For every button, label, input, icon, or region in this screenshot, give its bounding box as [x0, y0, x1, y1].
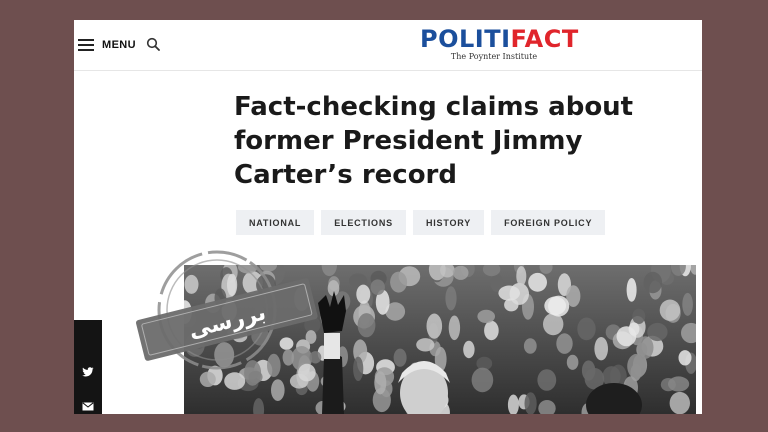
twitter-icon[interactable] [80, 364, 96, 380]
share-bar [74, 320, 102, 414]
article-page: MENU POLITIFACT The Poynter Institute Fa… [74, 20, 702, 414]
email-icon[interactable] [80, 398, 96, 414]
review-stamp: بررسی [136, 250, 318, 370]
menu-label: MENU [102, 39, 136, 51]
logo-part-fact: FACT [510, 25, 579, 53]
tag-national[interactable]: NATIONAL [236, 210, 315, 235]
politifact-logo[interactable]: POLITIFACT The Poynter Institute [420, 25, 578, 61]
site-header: MENU POLITIFACT The Poynter Institute [74, 20, 702, 71]
hamburger-icon [78, 39, 94, 51]
menu-button[interactable]: MENU [78, 36, 136, 54]
tag-elections[interactable]: ELECTIONS [321, 210, 406, 235]
logo-part-politi: POLITI [420, 25, 511, 53]
logo-subtitle: The Poynter Institute [450, 52, 538, 61]
tag-foreign-policy[interactable]: FOREIGN POLICY [491, 210, 606, 235]
tag-list: NATIONAL ELECTIONS HISTORY FOREIGN POLIC… [236, 210, 606, 235]
search-icon[interactable] [146, 37, 160, 51]
article-headline: Fact-checking claims about former Presid… [234, 92, 634, 190]
tag-history[interactable]: HISTORY [412, 210, 485, 235]
